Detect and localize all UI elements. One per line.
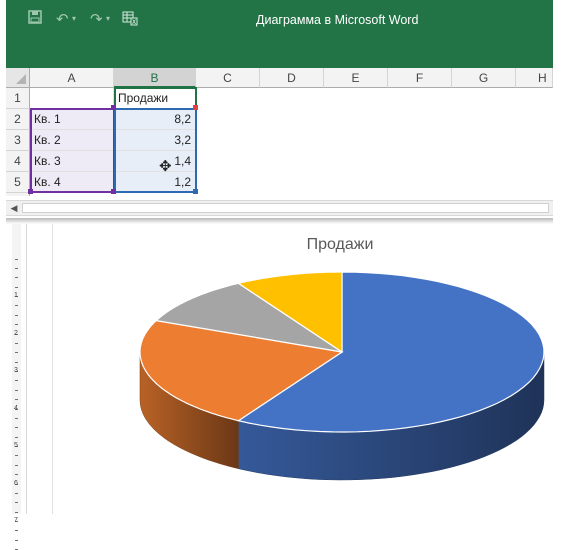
ruler-tick <box>15 530 18 532</box>
pie-chart[interactable] <box>0 0 565 519</box>
ruler-tick <box>15 539 18 541</box>
